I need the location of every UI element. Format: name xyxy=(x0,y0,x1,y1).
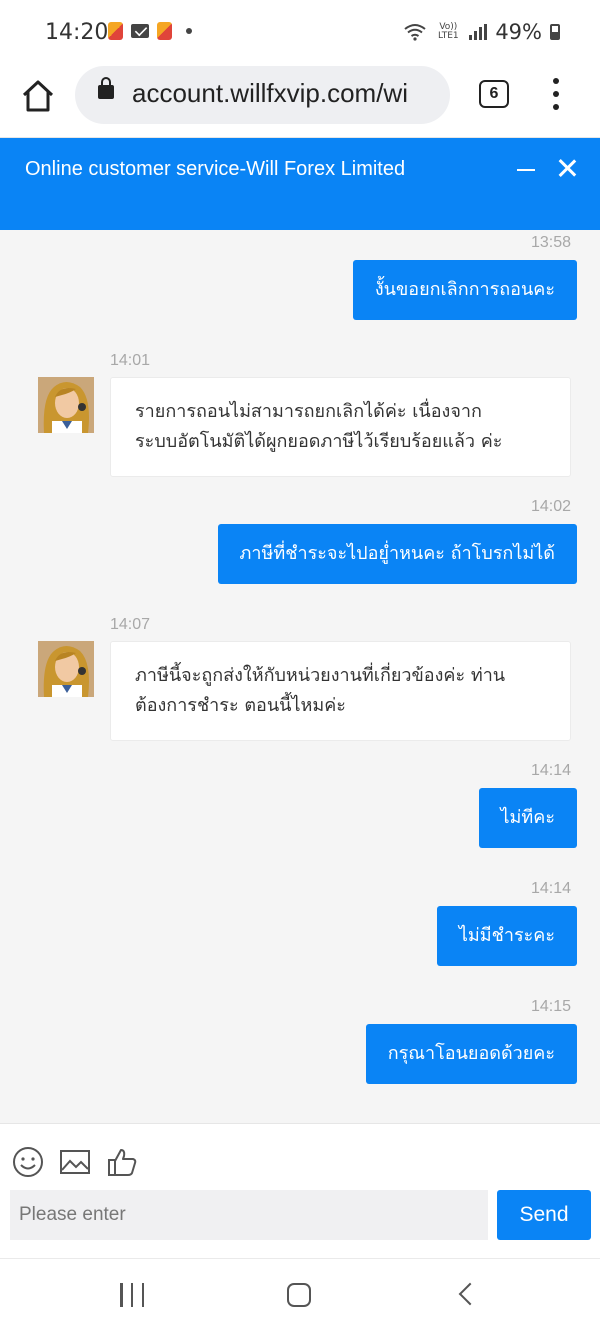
agent-avatar xyxy=(38,377,94,433)
incoming-message-line: รายการถอนไม่สามารถยกเลิกได้ค่ะ เนื่องจาก xyxy=(135,401,482,422)
status-time: 14:20 xyxy=(45,20,109,45)
incoming-message: รายการถอนไม่สามารถยกเลิกได้ค่ะ เนื่องจาก… xyxy=(110,377,571,477)
message-timestamp: 14:02 xyxy=(531,498,572,515)
network-type-label: Vo)) LTE1 xyxy=(437,22,459,41)
incoming-message-line: ภาษีนี้จะถูกส่งให้กับหน่วยงานที่เกี่ยวข้… xyxy=(135,665,506,686)
more-menu-icon[interactable] xyxy=(548,78,564,110)
outgoing-message: ไม่มีชำระคะ xyxy=(436,906,577,966)
close-icon[interactable] xyxy=(555,156,579,180)
outgoing-message: กรุณาโอนยอดด้วยคะ xyxy=(365,1024,577,1084)
thumbs-up-icon[interactable] xyxy=(106,1146,138,1178)
chat-title: Online customer service-Will Forex Limit… xyxy=(25,158,406,180)
agent-avatar xyxy=(38,641,94,697)
message-list[interactable]: 13:58 งั้นขอยกเลิกการถอนคะ 14:01 รายการถ… xyxy=(0,230,600,1123)
app-notification-icon-2 xyxy=(157,22,172,40)
back-icon[interactable] xyxy=(458,1282,482,1306)
url-text: account.willfxvip.com/wi xyxy=(132,78,408,108)
mail-icon xyxy=(131,24,149,38)
browser-toolbar: account.willfxvip.com/wi 6 xyxy=(0,66,600,138)
message-timestamp: 14:07 xyxy=(110,616,151,633)
incoming-message: ภาษีนี้จะถูกส่งให้กับหน่วยงานที่เกี่ยวข้… xyxy=(110,641,571,741)
minimize-icon[interactable] xyxy=(517,169,535,171)
lock-icon xyxy=(98,77,114,99)
app-notification-icon xyxy=(108,22,123,40)
battery-percent: 49% xyxy=(495,20,542,44)
system-nav-bar xyxy=(0,1258,600,1333)
send-button[interactable]: Send xyxy=(497,1190,591,1240)
battery-icon xyxy=(550,24,560,40)
image-icon[interactable] xyxy=(59,1146,91,1178)
message-timestamp: 14:14 xyxy=(531,880,572,897)
message-timestamp: 14:14 xyxy=(531,762,572,779)
message-timestamp: 14:15 xyxy=(531,998,572,1015)
signal-icon xyxy=(469,24,488,40)
outgoing-message: งั้นขอยกเลิกการถอนคะ xyxy=(352,260,577,320)
more-notifications-icon xyxy=(186,28,192,34)
outgoing-message: ไม่ทีคะ xyxy=(478,788,577,848)
chat-header: Online customer service-Will Forex Limit… xyxy=(0,138,600,230)
message-timestamp: 13:58 xyxy=(531,234,572,251)
emoji-icon[interactable] xyxy=(12,1146,44,1178)
composer: Send xyxy=(0,1123,600,1258)
tab-switcher-button[interactable]: 6 xyxy=(479,80,509,108)
message-input[interactable] xyxy=(10,1190,488,1240)
message-timestamp: 14:01 xyxy=(110,352,151,369)
outgoing-message: ภาษีที่ชำระจะไปอยู่ำหนคะ ถ้าโบรกไม่ได้ xyxy=(217,524,577,584)
address-bar[interactable]: account.willfxvip.com/wi xyxy=(75,66,450,124)
recent-apps-icon[interactable] xyxy=(120,1283,144,1307)
home-nav-icon[interactable] xyxy=(287,1283,311,1307)
wifi-icon xyxy=(404,24,426,41)
incoming-message-line: ต้องการชำระ ตอนนี้ไหมค่ะ xyxy=(135,695,346,716)
status-bar: 14:20 Vo)) LTE1 49% xyxy=(0,0,600,66)
notification-icons xyxy=(108,22,192,40)
home-icon[interactable] xyxy=(20,78,56,114)
incoming-message-line: ระบบอัตโนมัติได้ผูกยอดภาษีไว้เรียบร้อยแล… xyxy=(135,431,503,452)
system-status-icons: Vo)) LTE1 49% xyxy=(403,20,560,44)
